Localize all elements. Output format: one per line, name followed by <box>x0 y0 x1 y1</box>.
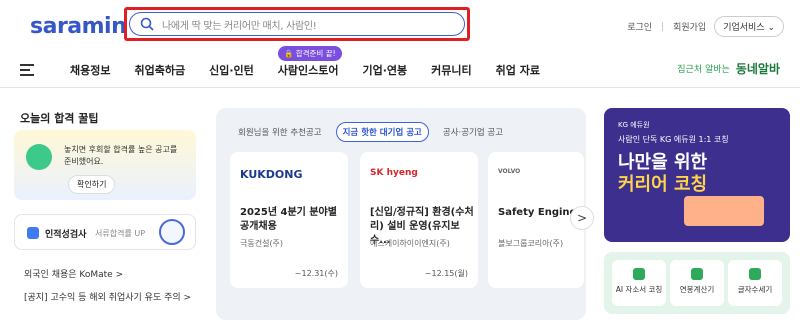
company-logo: SK hyeng <box>370 168 418 178</box>
komate-link[interactable]: 외국인 채용은 KoMate > <box>24 267 123 280</box>
confirm-button[interactable]: 확인하기 <box>68 175 116 194</box>
nav-item-intern[interactable]: 신입·인턴 <box>209 62 254 78</box>
tool-charcount[interactable]: 글자수세기 <box>728 260 782 306</box>
clock-icon <box>26 144 52 170</box>
nav-item-resources[interactable]: 취업 자료 <box>496 62 540 78</box>
banner-brand: KG 에듀원 <box>618 121 650 129</box>
company-name: 극동건설(주) <box>240 239 284 248</box>
banner-line2: 커리어 코칭 <box>618 174 708 195</box>
search-input[interactable]: 나에게 딱 맞는 커리어만 매치, 사람인! <box>162 17 317 32</box>
magnifier-icon <box>159 219 185 245</box>
search-icon[interactable] <box>140 17 154 31</box>
ai-icon <box>633 268 645 280</box>
calculator-icon <box>691 268 703 280</box>
login-link[interactable]: 로그인 <box>627 20 652 33</box>
tab-hot-large[interactable]: 지금 핫한 대기업 공고 <box>335 122 429 142</box>
company-logo: KUKDONG <box>240 168 303 181</box>
job-title: 2025년 4분기 분야별 공개채용 <box>240 207 337 232</box>
tab-recommended[interactable]: 회원님을 위한 추천공고 <box>232 123 328 141</box>
tool-shortcuts: AI 자소서 코칭 연봉계산기 글자수세기 <box>604 252 790 314</box>
puzzle-icon <box>27 227 39 239</box>
tip-card[interactable]: 놓치면 후회할 합격률 높은 공고를 준비했어요. 확인하기 <box>14 130 196 200</box>
tool-salary[interactable]: 연봉계산기 <box>670 260 724 306</box>
menu-icon[interactable] <box>20 64 34 79</box>
banner-illustration <box>684 196 764 226</box>
nav-item-bonus[interactable]: 취업축하금 <box>134 62 185 78</box>
job-card[interactable]: KUKDONG 2025년 4분기 분야별 공개채용 극동건설(주) ~12.3… <box>230 152 348 288</box>
dongne-alba-link[interactable]: 집근처 알바는 동네알바 <box>677 60 780 77</box>
store-badge: 🔒 합격준비 끝! <box>278 46 342 61</box>
top-links: 로그인 회원가입 기업서비스 ⌄ <box>627 16 784 37</box>
tip-text: 놓치면 후회할 합격률 높은 공고를 준비했어요. <box>64 145 178 166</box>
job-deadline: ~12.15(월) <box>424 269 468 278</box>
company-name: 볼보그룹코리아(주) <box>498 239 564 248</box>
nav-item-company[interactable]: 기업·연봉 <box>363 62 408 78</box>
banner-sub: 사람인 단독 KG 에듀원 1:1 코칭 <box>618 135 729 144</box>
job-tabs: 회원님을 위한 추천공고 지금 핫한 대기업 공고 공사·공기업 공고 <box>232 122 517 142</box>
aptitude-label: 인적성검사 <box>45 230 87 240</box>
aptitude-card[interactable]: 인적성검사 서류합격률 UP <box>14 214 196 250</box>
main-menu: 채용정보 취업축하금 신입·인턴 사람인스토어 기업·연봉 커뮤니티 취업 자료 <box>70 62 564 78</box>
search-box[interactable]: 나에게 딱 맞는 커리어만 매치, 사람인! <box>124 7 470 41</box>
nav-item-store[interactable]: 사람인스토어 <box>278 62 339 78</box>
company-logo: VOLVO <box>498 168 521 175</box>
notice-link[interactable]: [공지] 고수익 등 해외 취업사기 유도 주의 > <box>24 290 191 303</box>
company-name: 에스케이하이이엔지(주) <box>370 239 450 248</box>
nav-item-community[interactable]: 커뮤니티 <box>431 62 471 78</box>
text-icon <box>749 268 761 280</box>
alba-caption: 집근처 알바는 <box>677 65 730 75</box>
job-deadline: ~12.31(수) <box>294 269 338 278</box>
biz-service-button[interactable]: 기업서비스 ⌄ <box>714 16 784 37</box>
tool-ai-coach[interactable]: AI 자소서 코칭 <box>612 260 666 306</box>
job-card[interactable]: SK hyeng [신입/정규직] 환경(수처리) 설비 운영(유지보수... … <box>360 152 478 288</box>
aptitude-sub: 서류합격률 UP <box>95 229 146 238</box>
signup-link[interactable]: 회원가입 <box>673 20 706 33</box>
tab-public[interactable]: 공사·공기업 공고 <box>437 123 509 141</box>
coaching-banner[interactable]: KG 에듀원 사람인 단독 KG 에듀원 1:1 코칭 나만을 위한 커리어 코… <box>604 108 790 242</box>
tip-section-title: 오늘의 합격 꿀팁 <box>20 112 99 125</box>
saramin-logo[interactable]: saramin <box>30 14 127 39</box>
next-arrow-button[interactable]: > <box>570 206 594 230</box>
alba-brand: 동네알바 <box>735 62 780 76</box>
nav-item-jobs[interactable]: 채용정보 <box>70 62 110 78</box>
